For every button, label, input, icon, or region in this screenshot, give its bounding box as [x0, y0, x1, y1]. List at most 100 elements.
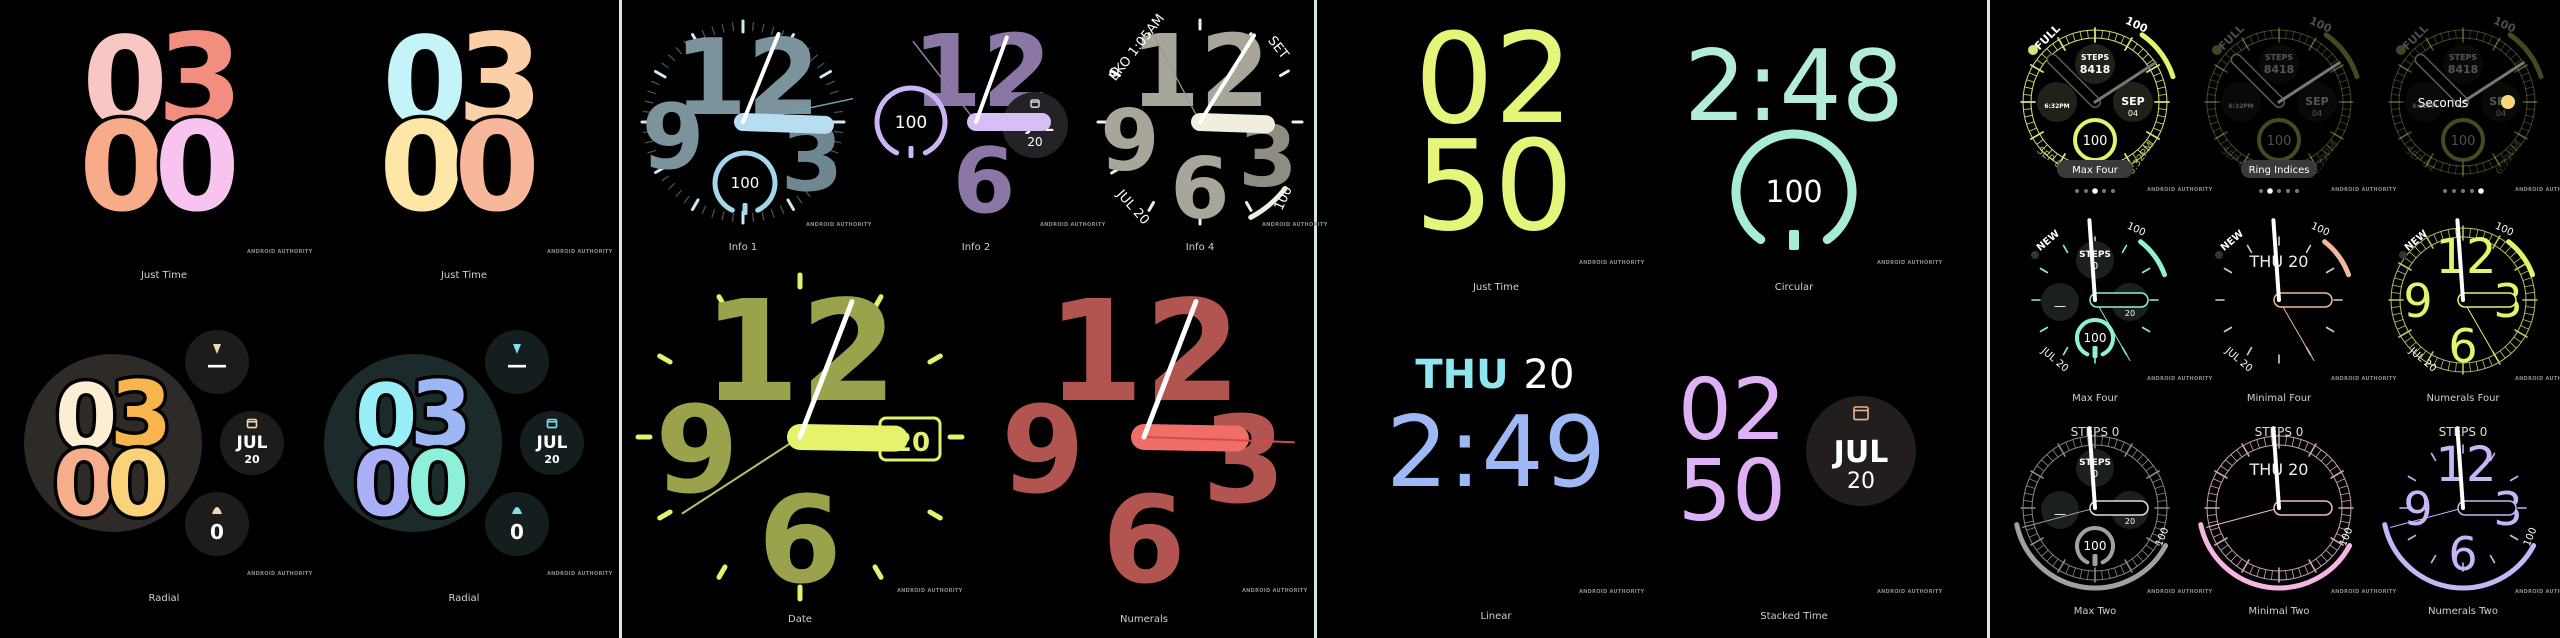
steps-edge: STEPS 0	[2071, 425, 2120, 439]
time-minutes: 50	[1414, 114, 1573, 259]
page-dot[interactable]	[2277, 189, 2281, 193]
hour-hand	[2457, 292, 2517, 308]
watermark-logo: ANDROID AUTHORITY	[1262, 222, 1328, 228]
hour-hand	[2089, 292, 2149, 308]
complication-value: 0	[210, 520, 224, 544]
hour-hand	[734, 113, 834, 134]
watermark-logo: ANDROID AUTHORITY	[547, 249, 613, 255]
page-dot[interactable]	[2295, 189, 2299, 193]
hour-hand	[787, 424, 908, 452]
face-label[interactable]: Just Time	[140, 270, 187, 281]
time-minutes: 50	[1678, 442, 1786, 541]
watermark-logo: ANDROID AUTHORITY	[1579, 589, 1645, 595]
numeral-9: 9	[642, 85, 705, 190]
time-digit: 0	[454, 97, 540, 240]
ring-value: 100	[2267, 134, 2292, 149]
hour-hand	[2089, 500, 2149, 516]
page-dot[interactable]	[2084, 189, 2088, 193]
face-label[interactable]: Radial	[449, 593, 480, 604]
numeral-6: 6	[1102, 472, 1186, 611]
date-month: SEP	[2305, 95, 2329, 108]
face-label[interactable]: Minimal Four	[2247, 393, 2312, 404]
hour-hand	[1191, 113, 1275, 134]
complication-value: 0	[510, 520, 524, 544]
page-dot[interactable]	[2286, 189, 2290, 193]
face-label[interactable]: Info 2	[962, 242, 990, 253]
face-label[interactable]: Date	[788, 614, 812, 625]
time-digit: 0	[154, 97, 240, 240]
tick-mark	[731, 212, 734, 223]
page-dot[interactable]	[2452, 189, 2456, 193]
complication-subvalue: 20	[544, 453, 560, 466]
numeral-9: 9	[655, 382, 739, 521]
seconds-label[interactable]: Seconds	[2418, 96, 2468, 110]
battery-value: 100	[895, 113, 927, 133]
numeral-6: 6	[953, 129, 1016, 234]
face-label[interactable]: Stacked Time	[1760, 611, 1827, 622]
date-day: 04	[2312, 109, 2322, 118]
panel-divider	[1987, 0, 1990, 638]
watermark-logo: ANDROID AUTHORITY	[1877, 589, 1943, 595]
time-digit: 0	[79, 97, 165, 240]
steps-value: 8418	[2448, 63, 2479, 76]
face-label[interactable]: Max Four	[2072, 393, 2119, 404]
battery-value: 100	[1765, 175, 1822, 210]
steps-label: STEPS	[2079, 458, 2111, 468]
numeral-3: 3	[1202, 392, 1286, 531]
tick-mark	[752, 212, 755, 223]
face-label[interactable]: Just Time	[1472, 282, 1519, 293]
face-label[interactable]: Radial	[149, 593, 180, 604]
style-tooltip[interactable]: Ring Indices	[2249, 165, 2310, 176]
face-label[interactable]: Info 1	[729, 242, 757, 253]
face-label[interactable]: Circular	[1775, 282, 1814, 293]
numeral-6: 6	[758, 472, 842, 611]
page-dot[interactable]	[2259, 189, 2263, 193]
steps-value: 8418	[2080, 63, 2111, 76]
style-tooltip[interactable]: Max Four	[2072, 165, 2119, 176]
page-dot[interactable]	[2102, 189, 2106, 193]
face-label[interactable]: Max Two	[2074, 606, 2117, 617]
watermark-logo: ANDROID AUTHORITY	[2515, 376, 2560, 382]
page-dot[interactable]	[2470, 189, 2474, 193]
page-dot[interactable]	[2478, 188, 2484, 194]
ring-value: 100	[2083, 134, 2108, 149]
page-dot[interactable]	[2267, 188, 2273, 194]
time-digit: 0	[379, 97, 465, 240]
battery-icon	[2092, 346, 2098, 358]
badge-dot	[2399, 251, 2407, 259]
numeral-6: 6	[1170, 140, 1229, 239]
face-label[interactable]: Minimal Two	[2248, 606, 2309, 617]
numeral-9: 9	[1001, 382, 1085, 521]
numeral-9: 9	[1100, 92, 1159, 191]
watermark-logo: ANDROID AUTHORITY	[2331, 589, 2397, 595]
page-dot[interactable]	[2092, 188, 2098, 194]
face-label[interactable]: Just Time	[440, 270, 487, 281]
page-dot[interactable]	[2075, 189, 2079, 193]
time-text: 2:49	[1386, 396, 1606, 510]
watermark-logo: ANDROID AUTHORITY	[1877, 260, 1943, 266]
seconds-toggle-knob[interactable]	[2501, 95, 2515, 109]
watermark-logo: ANDROID AUTHORITY	[2331, 187, 2397, 193]
steps-label: STEPS	[2449, 53, 2478, 62]
numeral-9: 9	[2403, 482, 2432, 536]
day: 20	[1524, 352, 1575, 398]
face-label[interactable]: Numerals Four	[2426, 393, 2500, 404]
complication-value: JUL	[536, 433, 568, 453]
face-label[interactable]: Info 4	[1186, 242, 1214, 253]
face-label[interactable]: Linear	[1480, 611, 1512, 622]
watermark-logo: ANDROID AUTHORITY	[2331, 376, 2397, 382]
ring-value: 100	[2451, 134, 2476, 149]
sunset-bubble	[2221, 82, 2261, 122]
face-label[interactable]: Numerals Two	[2428, 606, 2498, 617]
face-label[interactable]: Numerals	[1120, 614, 1168, 625]
numeral-6: 6	[2448, 319, 2477, 373]
page-dot[interactable]	[2461, 189, 2465, 193]
page-dot[interactable]	[2111, 189, 2115, 193]
date-month: SEP	[2121, 95, 2145, 108]
panel-divider	[1314, 0, 1317, 638]
numeral-12: 12	[2435, 229, 2496, 285]
hour-hand	[2457, 500, 2517, 516]
watermark-logo: ANDROID AUTHORITY	[547, 571, 613, 577]
page-dot[interactable]	[2443, 189, 2447, 193]
numeral-6: 6	[2448, 527, 2477, 581]
